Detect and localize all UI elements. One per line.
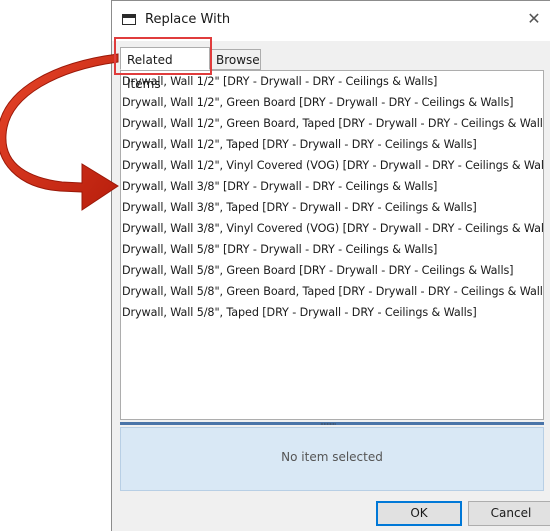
list-item[interactable]: Drywall, Wall 3/8", Vinyl Covered (VOG) … — [121, 218, 543, 239]
no-selection-text: No item selected — [281, 450, 383, 464]
list-item[interactable]: Drywall, Wall 1/2", Green Board [DRY - D… — [121, 92, 543, 113]
list-item[interactable]: Drywall, Wall 1/2", Taped [DRY - Drywall… — [121, 134, 543, 155]
ok-button[interactable]: OK — [376, 501, 462, 526]
cancel-button[interactable]: Cancel — [468, 501, 550, 526]
list-item[interactable]: Drywall, Wall 3/8", Taped [DRY - Drywall… — [121, 197, 543, 218]
replace-with-dialog: Replace With ✕ Related Items Browse Dryw… — [111, 0, 550, 531]
list-item[interactable]: Drywall, Wall 1/2", Green Board, Taped [… — [121, 113, 543, 134]
list-item[interactable]: Drywall, Wall 3/8" [DRY - Drywall - DRY … — [121, 176, 543, 197]
list-item[interactable]: Drywall, Wall 5/8", Taped [DRY - Drywall… — [121, 302, 543, 323]
tab-browse[interactable]: Browse — [209, 49, 261, 70]
close-button[interactable]: ✕ — [522, 7, 546, 31]
list-item[interactable]: Drywall, Wall 1/2", Vinyl Covered (VOG) … — [121, 155, 543, 176]
panel-splitter[interactable]: ·········· — [120, 420, 544, 429]
detail-panel: No item selected — [120, 427, 544, 491]
related-items-list: Drywall, Wall 1/2" [DRY - Drywall - DRY … — [120, 70, 544, 420]
list-item[interactable]: Drywall, Wall 5/8" [DRY - Drywall - DRY … — [121, 239, 543, 260]
screenshot-stage: Replace With ✕ Related Items Browse Dryw… — [0, 0, 550, 531]
dialog-title: Replace With — [145, 12, 231, 27]
tab-highlight-box — [114, 37, 212, 75]
window-icon — [122, 14, 136, 25]
list-item[interactable]: Drywall, Wall 5/8", Green Board, Taped [… — [121, 281, 543, 302]
list-item[interactable]: Drywall, Wall 5/8", Green Board [DRY - D… — [121, 260, 543, 281]
title-bar: Replace With ✕ — [112, 1, 550, 41]
